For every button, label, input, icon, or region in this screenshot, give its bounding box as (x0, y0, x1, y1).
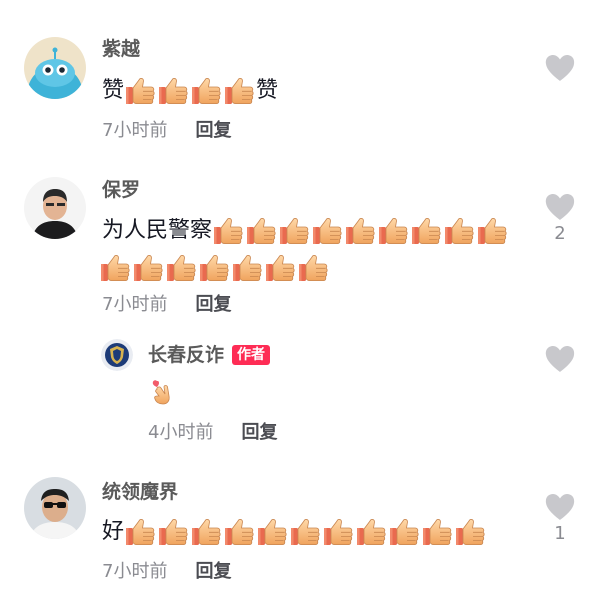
thumbs-up-emoji (388, 517, 421, 547)
thumbs-up-emoji (157, 517, 190, 547)
comment-text-after: 赞 (256, 78, 279, 103)
reply-button[interactable]: 回复 (195, 561, 231, 582)
like-button[interactable] (540, 345, 580, 375)
thumbs-up-emoji (124, 76, 157, 106)
comment-text-before: 赞 (102, 78, 125, 103)
like-button[interactable]: 1 (540, 493, 580, 545)
thumbs-group (124, 517, 487, 547)
comment-line: 为人民警察 (102, 214, 509, 248)
comment-text: 为人民警察 (102, 214, 509, 285)
comment-author[interactable]: 紫越 (102, 38, 140, 60)
author-badge: 作者 (232, 345, 271, 365)
thumbs-up-emoji (198, 253, 231, 283)
thumbs-up-emoji (190, 76, 223, 106)
comment-text: 好 (102, 515, 487, 549)
like-count: 2 (554, 223, 566, 244)
thumbs-up-emoji (377, 216, 410, 246)
comment-meta: 7小时前 回复 (102, 120, 231, 142)
thumbs-up-emoji (454, 517, 487, 547)
avatar[interactable] (101, 339, 133, 371)
thumbs-group (212, 216, 509, 246)
thumbs-up-emoji (212, 216, 245, 246)
avatar[interactable] (24, 37, 86, 99)
reply-button[interactable]: 回复 (241, 422, 277, 443)
thumbs-up-emoji (99, 253, 132, 283)
thumbs-up-emoji (297, 253, 330, 283)
thumbs-up-emoji (165, 253, 198, 283)
avatar[interactable] (24, 177, 86, 239)
comment-author[interactable]: 保罗 (102, 179, 140, 201)
heart-icon (544, 493, 576, 521)
reply-author: 长春反诈 作者 (148, 344, 271, 366)
reply-button[interactable]: 回复 (195, 120, 231, 141)
heart-icon (544, 345, 576, 373)
comment-text-before: 为人民警察 (102, 218, 213, 243)
thumbs-up-emoji (190, 517, 223, 547)
reply-button[interactable]: 回复 (195, 294, 231, 315)
like-button[interactable]: 2 (540, 193, 580, 245)
thumbs-up-emoji (245, 216, 278, 246)
thumbs-up-emoji (289, 517, 322, 547)
reply-text (148, 378, 176, 417)
thumbs-up-emoji (256, 517, 289, 547)
comment-text: 赞 赞 (102, 74, 278, 108)
reply-author-name[interactable]: 长春反诈 (148, 344, 224, 366)
thumbs-up-emoji (421, 517, 454, 547)
thumbs-up-emoji (355, 517, 388, 547)
thumbs-up-emoji (344, 216, 377, 246)
like-button[interactable] (540, 54, 580, 84)
thumbs-up-emoji (476, 216, 509, 246)
thumbs-up-emoji (322, 517, 355, 547)
comment-meta: 7小时前 回复 (102, 561, 231, 583)
finger-heart-emoji (152, 380, 170, 405)
heart-icon (544, 54, 576, 82)
thumbs-group (99, 253, 330, 283)
like-count: 1 (554, 523, 566, 544)
thumbs-up-emoji (231, 253, 264, 283)
thumbs-up-emoji (124, 517, 157, 547)
comment-time: 7小时前 (102, 561, 168, 582)
comment-text-before: 好 (102, 519, 125, 544)
thumbs-up-emoji (223, 76, 256, 106)
reply-time: 4小时前 (148, 422, 214, 443)
avatar[interactable] (24, 477, 86, 539)
comment-line (102, 251, 509, 285)
thumbs-up-emoji (278, 216, 311, 246)
thumbs-up-emoji (157, 76, 190, 106)
thumbs-group (124, 76, 256, 106)
thumbs-up-emoji (132, 253, 165, 283)
comment-time: 7小时前 (102, 120, 168, 141)
comment-line: 赞 赞 (102, 74, 278, 108)
comment-line: 好 (102, 515, 487, 549)
comment-meta: 7小时前 回复 (102, 294, 231, 316)
reply-meta: 4小时前 回复 (148, 422, 277, 444)
thumbs-up-emoji (443, 216, 476, 246)
thumbs-up-emoji (223, 517, 256, 547)
comment-time: 7小时前 (102, 294, 168, 315)
thumbs-up-emoji (311, 216, 344, 246)
thumbs-up-emoji (410, 216, 443, 246)
thumbs-up-emoji (264, 253, 297, 283)
comment-author[interactable]: 统领魔界 (102, 481, 178, 503)
heart-icon (544, 193, 576, 221)
